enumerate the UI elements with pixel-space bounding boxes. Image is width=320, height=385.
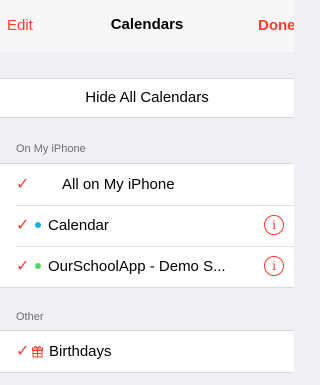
calendar-row-birthdays[interactable]: ✓ Birthdays: [0, 331, 294, 372]
page-title: Calendars: [110, 16, 184, 33]
checkmark-icon: ✓: [16, 176, 30, 193]
calendar-row-ourschoolapp[interactable]: ✓ OurSchoolApp - Demo S... i: [0, 246, 294, 287]
calendars-screen: Edit Calendars Done Hide All Calendars O…: [0, 0, 294, 385]
navigation-bar: Edit Calendars Done: [0, 0, 294, 52]
hide-all-calendars-button[interactable]: Hide All Calendars: [0, 78, 294, 118]
calendar-color-dot-icon: [35, 263, 41, 269]
checkmark-icon: ✓: [16, 217, 30, 234]
calendar-row-all-on-my-iphone[interactable]: ✓ All on My iPhone: [0, 164, 294, 205]
other-group: ✓ Birthdays: [0, 330, 294, 373]
done-button[interactable]: Done: [258, 17, 294, 34]
info-icon[interactable]: i: [264, 215, 284, 235]
info-icon[interactable]: i: [264, 256, 284, 276]
calendar-row-label: Birthdays: [49, 343, 112, 360]
section-header-on-my-iphone: On My iPhone: [16, 143, 86, 155]
calendar-color-dot-icon: [35, 222, 41, 228]
checkmark-icon: ✓: [16, 258, 30, 275]
on-my-iphone-group: ✓ All on My iPhone ✓ Calendar i ✓ OurSch…: [0, 163, 294, 288]
calendar-row-calendar[interactable]: ✓ Calendar i: [0, 205, 294, 246]
section-header-other: Other: [16, 311, 44, 323]
calendar-row-label: OurSchoolApp - Demo S...: [48, 258, 226, 275]
checkmark-icon: ✓: [16, 343, 30, 360]
calendar-row-label: Calendar: [48, 217, 109, 234]
calendar-row-label: All on My iPhone: [62, 176, 175, 193]
gift-icon: [32, 346, 43, 358]
